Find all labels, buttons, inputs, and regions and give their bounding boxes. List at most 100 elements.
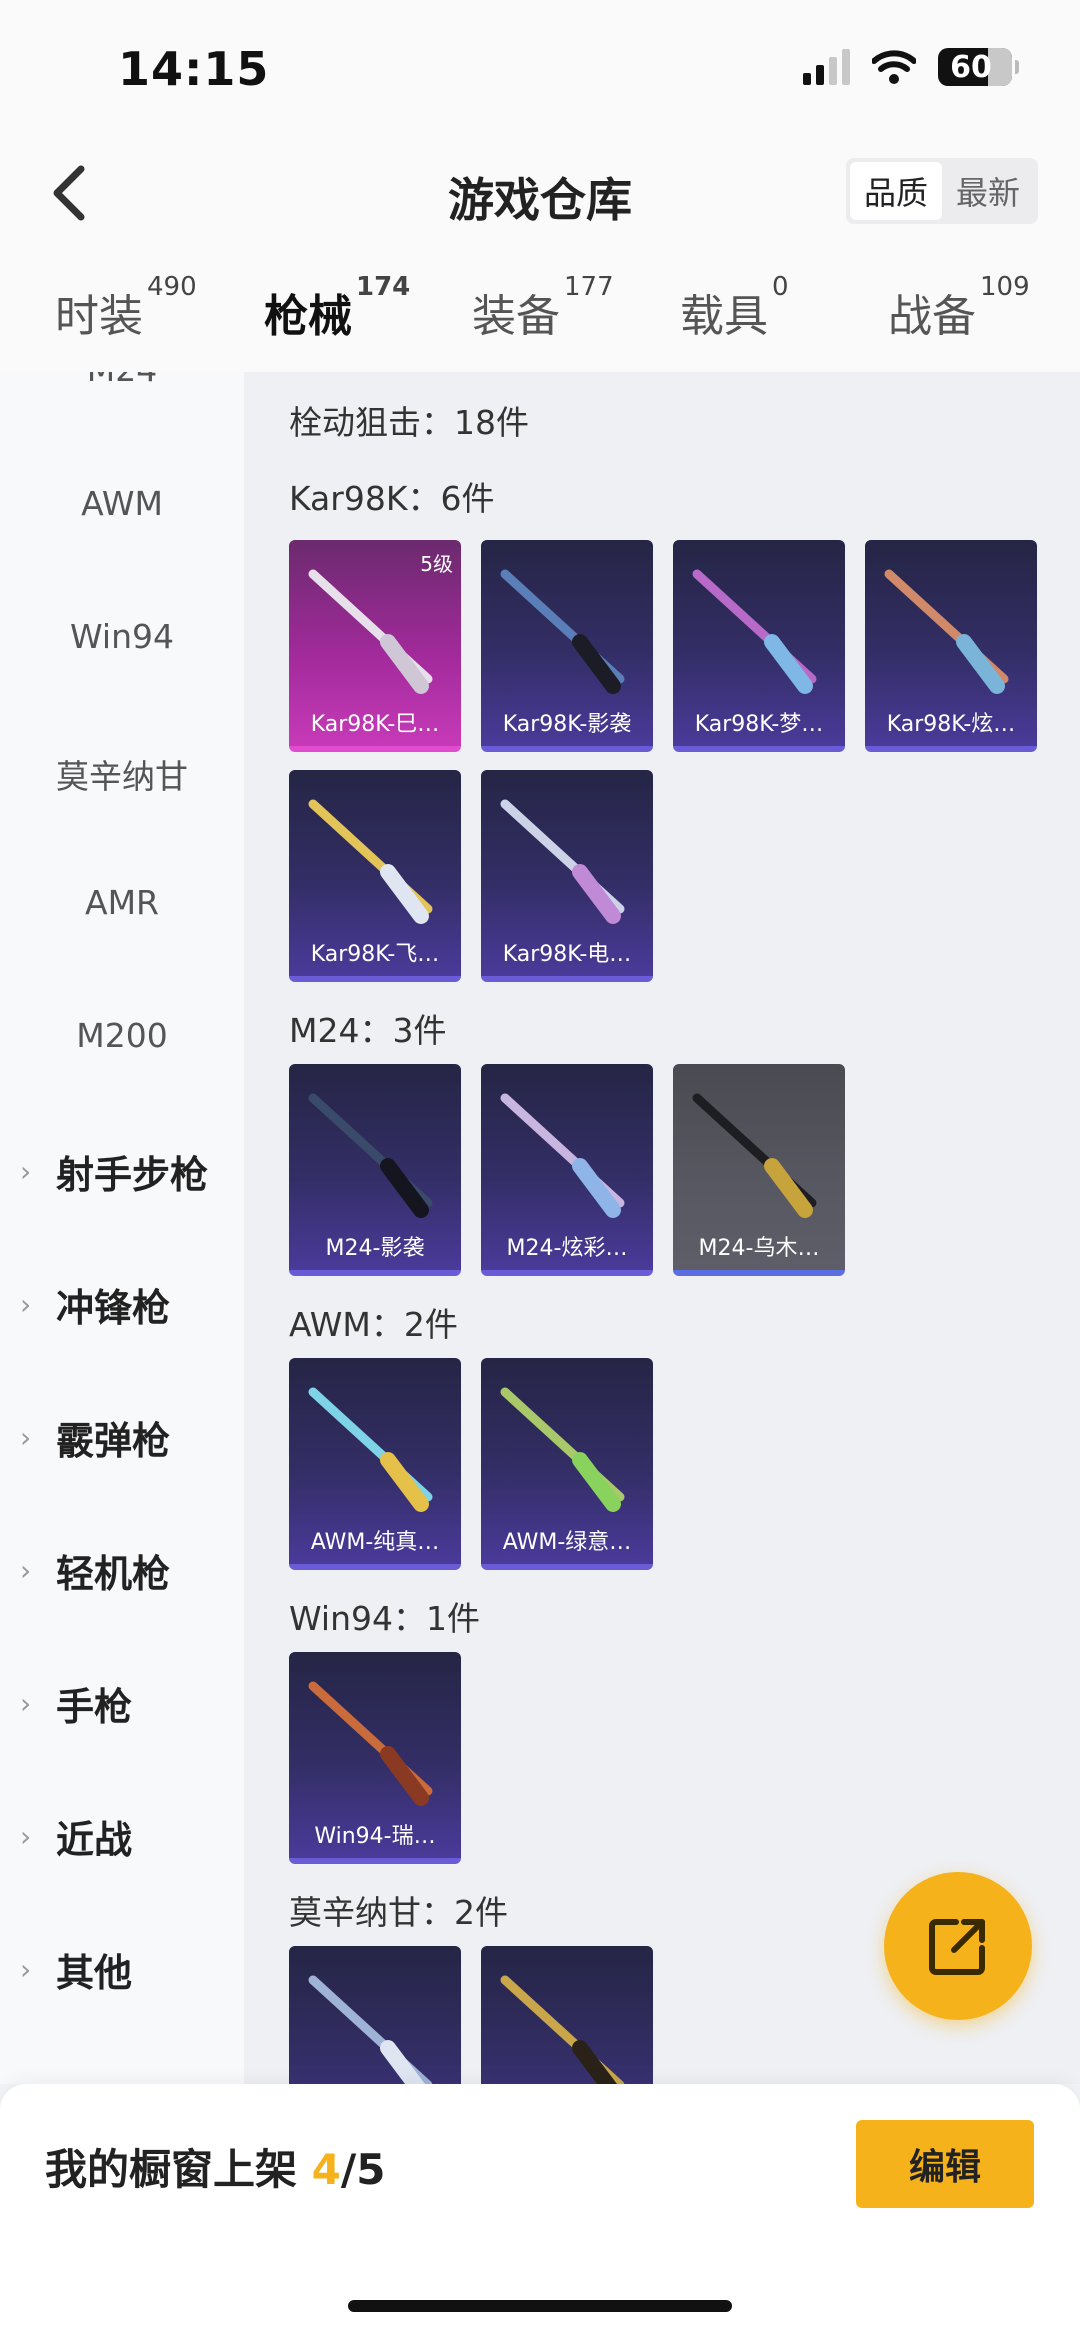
rifle-icon: [308, 799, 433, 924]
status-bar: 14:15 60: [0, 0, 1080, 140]
chevron-right-icon: ›: [20, 1421, 32, 1454]
status-time: 14:15: [118, 42, 270, 96]
sidebar-item-awm[interactable]: AWM: [0, 484, 244, 523]
sidebar-item-win94[interactable]: Win94: [0, 617, 244, 656]
sort-option-quality[interactable]: 品质: [849, 162, 942, 220]
rifle-icon: [500, 799, 625, 924]
battery-icon: 60: [938, 48, 1019, 86]
section-title: Win94：1件: [289, 1599, 480, 1638]
tab-label: 时装: [55, 291, 143, 342]
sidebar-category-label: 冲锋枪: [56, 1286, 171, 1330]
weapon-card[interactable]: AWM-纯真…: [289, 1358, 461, 1570]
sidebar-category-pistol[interactable]: › 手枪: [20, 1676, 132, 1731]
rifle-icon: [308, 1387, 433, 1512]
battery-level: 60: [950, 49, 992, 85]
section-title: M24：3件: [289, 1011, 447, 1050]
weapon-card[interactable]: M24-影袭: [289, 1064, 461, 1276]
weapon-card[interactable]: [289, 1946, 461, 2084]
weapon-card[interactable]: Kar98K-飞…: [289, 770, 461, 982]
sidebar-category-shotgun[interactable]: › 霰弹枪: [20, 1410, 170, 1465]
sidebar-category-lmg[interactable]: › 轻机枪: [20, 1543, 170, 1598]
showcase-label: 我的橱窗上架: [45, 2145, 298, 2194]
weapon-card[interactable]: 5级 Kar98K-巳…: [289, 540, 461, 752]
sidebar-category-melee[interactable]: › 近战: [20, 1809, 132, 1864]
rifle-icon: [500, 1387, 625, 1512]
weapon-card[interactable]: Kar98K-影袭: [481, 540, 653, 752]
chevron-right-icon: ›: [20, 1820, 32, 1853]
weapon-name: Kar98K-巳…: [310, 712, 440, 737]
sidebar-category-marksman[interactable]: › 射手步枪: [20, 1144, 208, 1199]
tab-label: 战备: [888, 291, 976, 342]
tab-firearms[interactable]: 枪械174: [264, 272, 410, 388]
sidebar-category-label: 轻机枪: [56, 1552, 171, 1596]
section-title: Kar98K：6件: [289, 479, 495, 518]
weapon-name: M24-乌木…: [698, 1236, 820, 1261]
rifle-icon: [692, 569, 817, 694]
section-title: 莫辛纳甘：2件: [289, 1893, 508, 1932]
sidebar-item-m24[interactable]: M24: [0, 372, 244, 389]
weapon-card[interactable]: M24-乌木…: [673, 1064, 845, 1276]
weapon-name: AWM-绿意…: [502, 1530, 632, 1555]
weapon-name: Kar98K-炫…: [886, 712, 1016, 737]
weapon-card[interactable]: Kar98K-炫…: [865, 540, 1037, 752]
tab-count: 490: [147, 272, 197, 302]
sidebar-item-mosin[interactable]: 莫辛纳甘: [0, 750, 244, 798]
rifle-icon: [692, 1093, 817, 1218]
weapon-name: Kar98K-电…: [502, 942, 632, 967]
tab-label: 枪械: [264, 291, 352, 342]
chevron-right-icon: ›: [20, 1554, 32, 1587]
wifi-icon: [872, 50, 916, 84]
rifle-icon: [308, 1975, 433, 2084]
status-icons: 60: [803, 48, 1019, 86]
chevron-right-icon: ›: [20, 1288, 32, 1321]
share-icon: [929, 1919, 985, 1975]
showcase-current-count: 4: [311, 2145, 341, 2194]
sidebar-item-amr[interactable]: AMR: [0, 883, 244, 922]
sidebar-category-label: 手枪: [56, 1685, 133, 1729]
tab-label: 装备: [472, 291, 560, 342]
sidebar-item-m200[interactable]: M200: [0, 1016, 244, 1055]
rifle-icon: [308, 1093, 433, 1218]
rifle-icon: [884, 569, 1009, 694]
rifle-icon: [500, 1975, 625, 2084]
weapon-card[interactable]: [481, 1946, 653, 2084]
rifle-icon: [308, 569, 433, 694]
weapon-card[interactable]: Kar98K-电…: [481, 770, 653, 982]
tab-supplies[interactable]: 战备109: [888, 272, 1030, 344]
showcase-status: 我的橱窗上架 4/5: [45, 2136, 385, 2197]
weapon-card[interactable]: M24-炫彩…: [481, 1064, 653, 1276]
weapon-name: Kar98K-影袭: [502, 712, 632, 737]
weapon-name: Win94-瑞…: [314, 1824, 436, 1849]
sidebar-category-other[interactable]: › 其他: [20, 1942, 132, 1997]
tab-count: 177: [564, 272, 614, 302]
sidebar-category-label: 霰弹枪: [56, 1419, 171, 1463]
weapon-card[interactable]: Win94-瑞…: [289, 1652, 461, 1864]
chevron-right-icon: ›: [20, 1155, 32, 1188]
weapon-grid: 栓动狙击：18件 Kar98K：6件 5级 Kar98K-巳… Kar98K-影…: [244, 372, 1080, 2084]
group-title: 栓动狙击：18件: [289, 403, 529, 442]
edit-button[interactable]: 编辑: [856, 2120, 1034, 2208]
weapon-name: Kar98K-梦…: [694, 712, 824, 737]
weapon-card[interactable]: AWM-绿意…: [481, 1358, 653, 1570]
chevron-right-icon: ›: [20, 1687, 32, 1720]
sidebar-category-label: 射手步枪: [56, 1153, 209, 1197]
weapon-name: Kar98K-飞…: [310, 942, 440, 967]
sidebar-category-label: 近战: [56, 1818, 133, 1862]
tab-vehicles[interactable]: 载具0: [680, 272, 789, 344]
sidebar-category-smg[interactable]: › 冲锋枪: [20, 1277, 170, 1332]
nav-header: 游戏仓库 品质 最新: [0, 140, 1080, 250]
chevron-right-icon: ›: [20, 1953, 32, 1986]
share-button[interactable]: [884, 1872, 1032, 2020]
sidebar-category-label: 其他: [56, 1951, 133, 1995]
sort-option-newest[interactable]: 最新: [942, 162, 1034, 220]
cellular-signal-icon: [803, 49, 850, 85]
weapon-card[interactable]: Kar98K-梦…: [673, 540, 845, 752]
weapon-name: M24-影袭: [325, 1236, 425, 1261]
tab-fashion[interactable]: 时装490: [55, 272, 197, 344]
rifle-icon: [500, 1093, 625, 1218]
tab-count: 109: [980, 272, 1030, 302]
weapon-name: AWM-纯真…: [310, 1530, 440, 1555]
sort-toggle: 品质 最新: [845, 158, 1038, 224]
tab-equipment[interactable]: 装备177: [472, 272, 614, 344]
home-indicator[interactable]: [348, 2300, 732, 2312]
